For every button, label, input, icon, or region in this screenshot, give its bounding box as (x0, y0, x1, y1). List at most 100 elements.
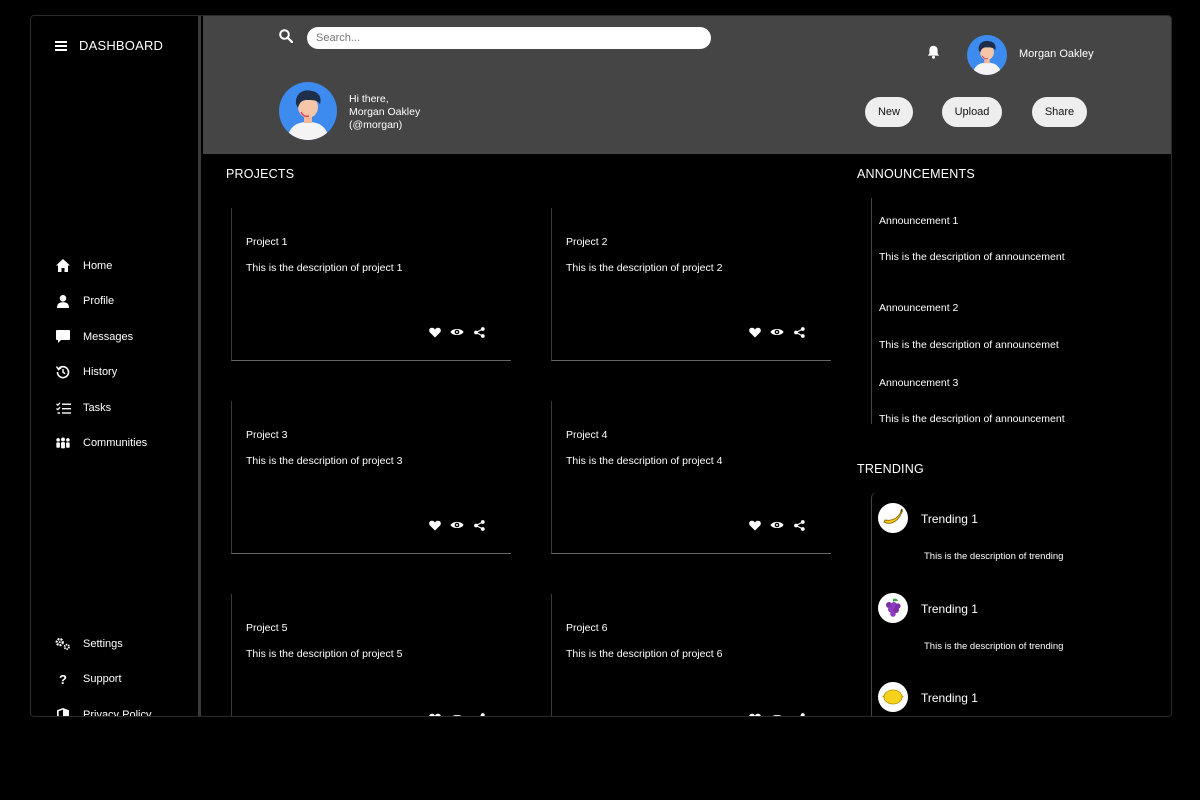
project-title: Project 3 (246, 429, 288, 441)
trending-list[interactable]: Trending 1 This is the description of tr… (871, 492, 1121, 716)
sidebar-item-label: Privacy Policy (83, 708, 152, 717)
heart-icon[interactable] (748, 518, 762, 532)
share-icon[interactable] (792, 518, 806, 532)
heart-icon[interactable] (428, 518, 442, 532)
shield-icon (55, 707, 71, 716)
new-button[interactable]: New (865, 97, 913, 127)
greeting-line: Hi there, (349, 93, 389, 105)
search-input[interactable] (307, 27, 711, 49)
message-icon (55, 330, 71, 344)
brand-label: DASHBOARD (79, 38, 164, 53)
eye-icon[interactable] (450, 518, 464, 532)
menu-icon[interactable] (55, 40, 67, 51)
share-icon[interactable] (472, 518, 486, 532)
sidebar-item-label: Communities (83, 437, 148, 450)
gear-icon (55, 637, 71, 651)
project-card[interactable]: Project 6 This is the description of pro… (551, 594, 831, 716)
projects-heading: PROJECTS (226, 167, 295, 181)
project-description: This is the description of project 2 (566, 262, 723, 274)
profile-avatar (279, 82, 337, 140)
history-icon (55, 365, 71, 379)
project-actions (748, 325, 806, 339)
project-title: Project 2 (566, 236, 608, 248)
project-actions (748, 711, 806, 716)
sidebar-item-messages[interactable]: Messages (55, 319, 147, 355)
heart-icon[interactable] (748, 325, 762, 339)
share-icon[interactable] (792, 325, 806, 339)
user-avatar[interactable] (967, 35, 1007, 75)
announcement-title: Announcement 3 (879, 377, 959, 389)
tasks-icon (55, 402, 71, 414)
sidebar-item-home[interactable]: Home (55, 248, 147, 284)
upload-button[interactable]: Upload (942, 97, 1002, 127)
search-bar (279, 27, 711, 49)
heart-icon[interactable] (748, 711, 762, 716)
project-card[interactable]: Project 4 This is the description of pro… (551, 401, 831, 554)
sidebar-item-history[interactable]: History (55, 355, 147, 391)
grapes-icon (878, 593, 908, 623)
project-card[interactable]: Project 5 This is the description of pro… (231, 594, 511, 716)
project-actions (428, 325, 486, 339)
eye-icon[interactable] (450, 711, 464, 716)
announcement-title: Announcement 2 (879, 302, 959, 314)
project-card[interactable]: Project 2 This is the description of pro… (551, 208, 831, 361)
sidebar-item-label: Profile (83, 295, 115, 308)
sidebar-item-communities[interactable]: Communities (55, 426, 147, 462)
sidebar-footer: Settings ? Support Privacy Policy (55, 626, 152, 717)
question-icon: ? (59, 671, 67, 687)
top-header: Morgan Oakley Hi there, Morgan Oakley (@… (203, 16, 1171, 154)
communities-icon (55, 437, 71, 449)
eye-icon[interactable] (770, 518, 784, 532)
sidebar-nav: Home Profile Messages History Tasks Comm… (55, 248, 147, 461)
heart-icon[interactable] (428, 325, 442, 339)
lemon-icon (878, 682, 908, 712)
project-title: Project 6 (566, 622, 608, 634)
user-name[interactable]: Morgan Oakley (1019, 48, 1094, 60)
user-icon (55, 294, 71, 308)
share-icon[interactable] (472, 711, 486, 716)
share-icon[interactable] (792, 711, 806, 716)
project-description: This is the description of project 6 (566, 648, 723, 660)
heart-icon[interactable] (428, 711, 442, 716)
project-title: Project 5 (246, 622, 288, 634)
sidebar-item-privacy-policy[interactable]: Privacy Policy (55, 697, 152, 717)
sidebar-item-label: Home (83, 259, 113, 272)
announcement-description: This is the description of announcemet (879, 339, 1059, 351)
announcement-title: Announcement 1 (879, 215, 959, 227)
project-card[interactable]: Project 1 This is the description of pro… (231, 208, 511, 361)
bell-icon[interactable] (927, 45, 940, 64)
sidebar-brand[interactable]: DASHBOARD (55, 38, 163, 53)
search-icon[interactable] (279, 28, 294, 48)
share-icon[interactable] (472, 325, 486, 339)
sidebar-item-tasks[interactable]: Tasks (55, 390, 147, 426)
project-description: This is the description of project 3 (246, 455, 403, 467)
announcement-description: This is the description of announcement (879, 251, 1065, 263)
greeting-handle: (@morgan) (349, 119, 403, 131)
sidebar-item-profile[interactable]: Profile (55, 284, 147, 320)
announcements-list[interactable]: Announcement 1 This is the description o… (871, 198, 1121, 424)
project-description: This is the description of project 5 (246, 648, 403, 660)
banana-icon (878, 503, 908, 533)
project-description: This is the description of project 4 (566, 455, 723, 467)
sidebar-item-label: History (83, 366, 118, 379)
project-title: Project 4 (566, 429, 608, 441)
trending-description: This is the description of trending (924, 551, 1064, 562)
sidebar-item-label: Settings (83, 637, 123, 650)
sidebar-item-support[interactable]: ? Support (55, 662, 151, 698)
project-description: This is the description of project 1 (246, 262, 403, 274)
sidebar-item-label: Support (83, 673, 122, 686)
project-actions (428, 711, 486, 716)
eye-icon[interactable] (770, 325, 784, 339)
eye-icon[interactable] (770, 711, 784, 716)
sidebar: DASHBOARD Home Profile Messages History … (31, 16, 201, 716)
eye-icon[interactable] (450, 325, 464, 339)
trending-title: Trending 1 (921, 602, 978, 616)
announcements-heading: ANNOUNCEMENTS (857, 167, 975, 181)
sidebar-item-settings[interactable]: Settings (55, 626, 151, 662)
project-card[interactable]: Project 3 This is the description of pro… (231, 401, 511, 554)
trending-description: This is the description of trending (924, 641, 1064, 652)
dashboard-app: DASHBOARD Home Profile Messages History … (30, 15, 1172, 717)
sidebar-item-label: Messages (83, 330, 134, 343)
share-button[interactable]: Share (1032, 97, 1087, 127)
trending-title: Trending 1 (921, 691, 978, 705)
